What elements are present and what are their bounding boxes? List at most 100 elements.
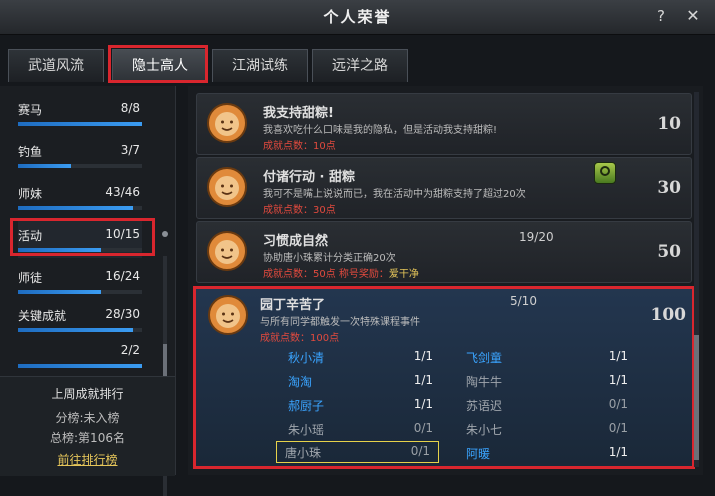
achievement-progress: 5/10 (510, 294, 537, 308)
progress-fill (18, 328, 134, 332)
category-count: 16/24 (105, 269, 140, 283)
category-item[interactable]: 2/2 (18, 336, 142, 374)
progress-fill (18, 164, 72, 168)
help-button[interactable]: ? (651, 5, 671, 27)
detail-value: 0/1 (410, 444, 430, 458)
progress-fill (18, 248, 102, 252)
detail-value: 1/1 (413, 349, 433, 363)
achievement-name: 园丁辛苦了 (260, 298, 326, 313)
close-button[interactable]: ✕ (682, 5, 704, 27)
detail-name: 唐小珠 (285, 446, 322, 460)
achievement-score: 50 (657, 242, 681, 262)
detail-row: 飞剑童 1/1 (466, 347, 628, 367)
points-text: 成就点数：50点 称号奖励： (263, 269, 389, 280)
category-progress (18, 328, 142, 332)
achievement-score: 30 (657, 178, 681, 198)
detail-value: 1/1 (413, 397, 433, 411)
category-label: 师妹 (18, 187, 43, 201)
achievement-points: 成就点数：10点 (263, 141, 336, 152)
tab-yuanyang[interactable]: 远洋之路 (312, 49, 408, 82)
category-count: 10/15 (105, 227, 140, 241)
category-progress (18, 364, 142, 368)
detail-value: 0/1 (608, 421, 628, 435)
ranking-total: 总榜:第106名 (50, 431, 125, 445)
category-label: 赛马 (18, 103, 43, 117)
face-icon (207, 167, 247, 207)
achievement-score: 10 (657, 114, 681, 134)
category-item[interactable]: 钓鱼 3/7 (18, 136, 142, 174)
window-title: 个人荣誉 (323, 8, 392, 26)
detail-value: 1/1 (413, 373, 433, 387)
category-count: 28/30 (105, 307, 140, 321)
category-item[interactable]: 师徒 16/24 (18, 262, 142, 300)
category-progress (18, 248, 142, 252)
category-item[interactable]: 关键成就 28/30 (18, 300, 142, 338)
detail-name: 朱小七 (466, 423, 503, 437)
detail-row: 秋小清 1/1 (288, 347, 433, 367)
achievement-desc: 协助唐小珠累计分类正确20次 (263, 253, 396, 264)
detail-name: 苏语迟 (466, 399, 503, 413)
category-progress (18, 206, 142, 210)
ranking-link[interactable]: 前往排行榜 (0, 451, 175, 468)
detail-row: 郝厨子 1/1 (288, 395, 433, 415)
achievement-item[interactable]: 习惯成自然 19/20 协助唐小珠累计分类正确20次 成就点数：50点 称号奖励… (196, 221, 692, 283)
achievement-progress: 19/20 (519, 230, 554, 244)
achievement-name: 付诸行动 · 甜粽 (263, 170, 355, 185)
category-progress (18, 290, 142, 294)
detail-name: 朱小瑶 (288, 423, 325, 437)
detail-row-highlighted[interactable]: 唐小珠 0/1 (276, 441, 439, 463)
scroll-indicator (162, 231, 168, 237)
achievement-desc: 我喜欢吃什么口味是我的隐私，但是活动我支持甜粽! (263, 125, 498, 136)
category-count: 8/8 (120, 101, 140, 115)
detail-value: 1/1 (608, 373, 628, 387)
category-progress (18, 164, 142, 168)
category-panel: 赛马 8/8 钓鱼 3/7 师妹 43/46 活动 10/15 师徒 16/24… (0, 86, 176, 496)
achievement-score: 100 (650, 305, 687, 325)
tab-yinshi[interactable]: 隐士高人 (108, 45, 208, 83)
title-reward: 爱干净 (388, 269, 419, 280)
achievement-expanded[interactable]: 园丁辛苦了 5/10 与所有同学都触发一次特殊课程事件 成就点数：100点 10… (193, 286, 695, 469)
achievement-points: 成就点数：50点 称号奖励：爱干净 (263, 265, 419, 280)
achievement-points: 成就点数：100点 (260, 333, 340, 344)
face-icon (207, 231, 247, 271)
detail-row: 朱小七 0/1 (466, 419, 628, 439)
ranking-box: 上周成就排行 分榜:未入榜 总榜:第106名 前往排行榜 (0, 376, 175, 476)
ranking-title: 上周成就排行 (51, 387, 124, 401)
detail-name: 郝厨子 (288, 399, 325, 413)
tab-bar: 武道风流 隐士高人 江湖试练 远洋之路 (0, 44, 715, 86)
achievement-list: 我支持甜粽! 我喜欢吃什么口味是我的隐私，但是活动我支持甜粽! 成就点数：10点… (188, 86, 703, 475)
detail-value: 0/1 (608, 397, 628, 411)
achievement-scrollbar-thumb[interactable] (694, 335, 699, 460)
detail-row: 苏语迟 0/1 (466, 395, 628, 415)
category-item-selected[interactable]: 活动 10/15 (10, 218, 155, 258)
category-item[interactable]: 师妹 43/46 (18, 178, 142, 216)
detail-name: 淘淘 (288, 375, 313, 389)
achievement-name: 我支持甜粽! (263, 106, 334, 121)
achievement-item[interactable]: 付诸行动 · 甜粽 我可不是嘴上说说而已，我在活动中为甜粽支持了超过20次 成就… (196, 157, 692, 219)
achievement-name: 习惯成自然 (263, 234, 329, 249)
face-icon (207, 103, 247, 143)
progress-fill (18, 364, 142, 368)
achievement-item[interactable]: 我支持甜粽! 我喜欢吃什么口味是我的隐私，但是活动我支持甜粽! 成就点数：10点… (196, 93, 692, 155)
detail-value: 1/1 (608, 349, 628, 363)
achievement-points: 成就点数：30点 (263, 205, 336, 216)
category-label: 关键成就 (18, 309, 67, 323)
tab-jianghu[interactable]: 江湖试练 (212, 49, 308, 82)
detail-row: 朱小瑶 0/1 (288, 419, 433, 439)
category-label: 活动 (18, 229, 43, 243)
tab-wudao[interactable]: 武道风流 (8, 49, 104, 82)
achievement-desc: 我可不是嘴上说说而已，我在活动中为甜粽支持了超过20次 (263, 189, 526, 200)
reward-badge-icon[interactable] (594, 162, 616, 184)
detail-name: 陶牛牛 (466, 375, 503, 389)
category-label: 师徒 (18, 271, 43, 285)
category-progress (18, 122, 142, 126)
category-item[interactable]: 赛马 8/8 (18, 94, 142, 132)
ranking-sub: 分榜:未入榜 (55, 411, 120, 425)
detail-name: 飞剑童 (466, 351, 503, 365)
detail-name: 秋小清 (288, 351, 325, 365)
face-icon (208, 295, 248, 335)
category-count: 2/2 (120, 343, 140, 357)
detail-row: 阿暖 1/1 (466, 443, 628, 463)
progress-fill (18, 290, 102, 294)
detail-name: 阿暖 (466, 447, 491, 461)
